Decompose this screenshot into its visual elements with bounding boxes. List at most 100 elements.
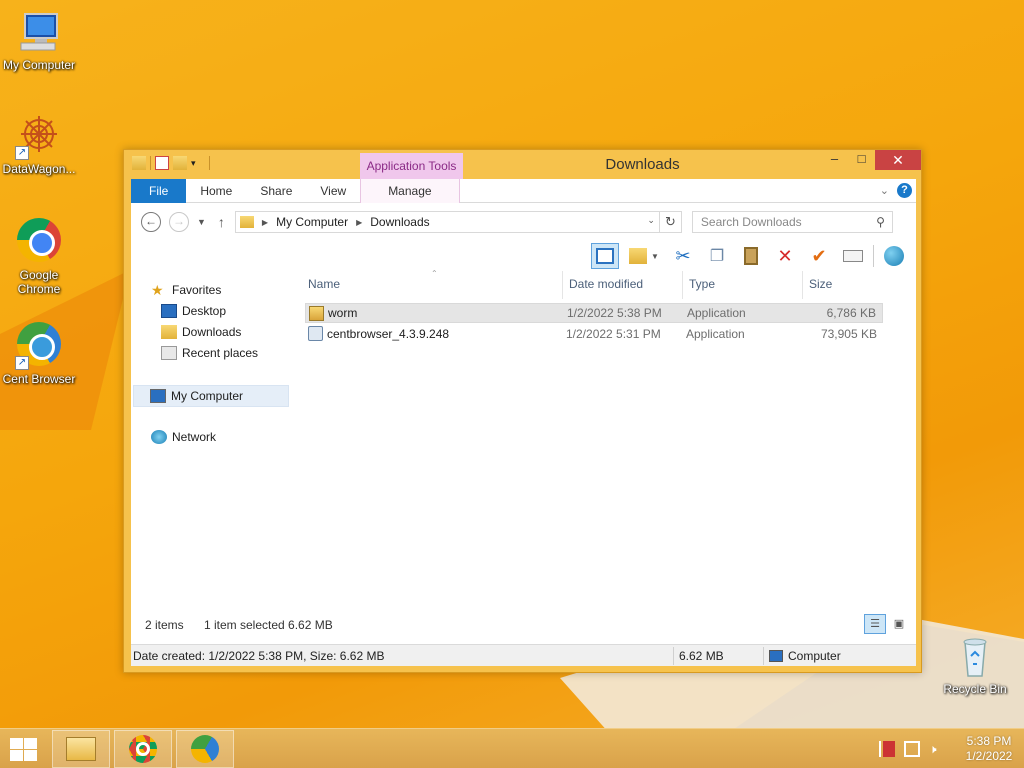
column-header-size[interactable]: Size	[809, 277, 832, 291]
layout-icon	[596, 248, 614, 264]
rename-button[interactable]: ✔	[805, 243, 833, 269]
action-center-flag-icon[interactable]	[879, 741, 895, 757]
column-divider[interactable]	[682, 271, 683, 299]
desktop-icon-label: Google Chrome	[17, 268, 61, 296]
large-icons-view-icon: ▣	[893, 618, 905, 630]
minimize-button[interactable]: –	[821, 150, 848, 170]
selection-info: 1 item selected 6.62 MB	[204, 618, 333, 632]
recycle-bin-icon	[951, 632, 999, 680]
copy-button[interactable]: ❐	[703, 243, 731, 269]
file-explorer-icon	[66, 737, 96, 761]
volume-muted-icon[interactable]: 🕨	[929, 741, 945, 757]
back-button[interactable]: ←	[141, 212, 161, 232]
tab-view[interactable]: View	[306, 179, 360, 203]
preview-pane-button[interactable]	[591, 243, 619, 269]
details-view-button[interactable]: ☰	[864, 614, 886, 634]
windows-logo-icon	[10, 750, 23, 761]
column-divider[interactable]	[802, 271, 803, 299]
column-header-date[interactable]: Date modified	[569, 277, 643, 291]
nav-item-network[interactable]: Network	[151, 430, 216, 444]
separator	[763, 647, 764, 665]
folder-options-button[interactable]: ▼	[625, 243, 663, 269]
breadcrumb-my-computer[interactable]: My Computer	[276, 215, 348, 229]
tab-share[interactable]: Share	[246, 179, 306, 203]
address-bar: ← → ▼ ↑ ▶ My Computer ▶ Downloads ⌄ ↻ Se…	[131, 203, 916, 241]
column-divider[interactable]	[562, 271, 563, 299]
paste-button[interactable]	[737, 243, 765, 269]
taskbar-file-explorer[interactable]	[52, 730, 110, 768]
file-name: worm	[328, 306, 358, 320]
item-count-bar: 2 items 1 item selected 6.62 MB ☰ ▣	[131, 614, 916, 636]
details-view-icon: ☰	[870, 618, 880, 630]
maximize-button[interactable]: □	[848, 150, 875, 170]
cut-button[interactable]: ✂	[669, 243, 697, 269]
file-row-centbrowser[interactable]: centbrowser_4.3.9.248 1/2/2022 5:31 PM A…	[305, 324, 883, 344]
nav-item-my-computer[interactable]: My Computer	[133, 385, 289, 407]
explorer-window: ▾ Application Tools Downloads – □ ✕ File…	[123, 149, 922, 673]
search-input[interactable]: Search Downloads ⚲	[691, 211, 893, 233]
checkmark-icon: ✔	[811, 245, 827, 266]
shortcut-arrow-icon: ↗	[15, 356, 29, 370]
desktop-icon	[161, 304, 177, 318]
refresh-button[interactable]: ↻	[659, 211, 682, 233]
file-size: 6,786 KB	[826, 306, 876, 320]
status-size: 6.62 MB	[679, 649, 724, 663]
status-details: Date created: 1/2/2022 5:38 PM, Size: 6.…	[133, 649, 385, 663]
breadcrumb-separator-icon[interactable]: ▶	[262, 218, 268, 227]
properties-button[interactable]	[839, 243, 867, 269]
application-icon	[309, 306, 324, 321]
desktop-icon-recycle-bin[interactable]: Recycle Bin	[936, 632, 1014, 696]
desktop-icon-my-computer[interactable]: My Computer	[0, 8, 78, 72]
breadcrumb-downloads[interactable]: Downloads	[370, 215, 429, 229]
expand-ribbon-icon[interactable]: ⌄	[880, 184, 889, 197]
search-placeholder: Search Downloads	[700, 215, 802, 229]
column-header-name[interactable]: Name	[308, 277, 340, 291]
nav-label: Recent places	[182, 346, 259, 360]
desktop-icon-datawagon[interactable]: ↗ DataWagon...	[0, 112, 78, 176]
column-header-type[interactable]: Type	[689, 277, 715, 291]
start-button[interactable]	[8, 737, 38, 761]
network-button[interactable]	[880, 243, 908, 269]
cent-browser-icon: ↗	[15, 322, 63, 370]
globe-icon	[884, 246, 904, 266]
help-icon[interactable]: ?	[897, 183, 912, 198]
item-count: 2 items	[145, 618, 184, 632]
desktop-icon-cent-browser[interactable]: ↗ Cent Browser	[0, 320, 78, 386]
address-field[interactable]: ▶ My Computer ▶ Downloads ⌄	[234, 211, 660, 233]
file-row-worm[interactable]: worm 1/2/2022 5:38 PM Application 6,786 …	[305, 303, 883, 323]
nav-item-downloads[interactable]: Downloads	[161, 325, 241, 339]
breadcrumb-separator-icon[interactable]: ▶	[356, 218, 362, 227]
up-button[interactable]: ↑	[218, 214, 225, 230]
content-area: ★ Favorites Desktop Downloads Recent pla…	[131, 269, 916, 644]
taskbar-cent-browser[interactable]	[176, 730, 234, 768]
computer-icon	[769, 650, 783, 662]
file-date: 1/2/2022 5:38 PM	[567, 306, 662, 320]
close-button[interactable]: ✕	[875, 150, 921, 170]
system-tray: 🕨 5:38 PM 1/2/2022	[879, 729, 1024, 768]
scissors-icon: ✂	[675, 245, 691, 266]
title-bar[interactable]: ▾ Application Tools Downloads – □ ✕	[124, 150, 921, 179]
cent-browser-icon	[191, 735, 219, 763]
taskbar-google-chrome[interactable]	[114, 730, 172, 768]
windows-logo-icon	[10, 738, 23, 749]
chevron-down-icon[interactable]: ⌄	[647, 215, 655, 226]
clock[interactable]: 5:38 PM 1/2/2022	[954, 734, 1024, 764]
forward-button[interactable]: →	[169, 212, 189, 232]
chevron-down-icon: ▼	[651, 251, 659, 261]
delete-button[interactable]: ✕	[771, 243, 799, 269]
tab-file[interactable]: File	[131, 178, 187, 203]
nav-item-recent-places[interactable]: Recent places	[161, 346, 258, 360]
nav-item-desktop[interactable]: Desktop	[161, 304, 226, 318]
recent-locations-icon[interactable]: ▼	[197, 217, 206, 227]
tab-manage[interactable]: Manage	[360, 178, 460, 203]
network-status-icon[interactable]	[904, 741, 920, 757]
separator	[873, 245, 874, 267]
desktop-icon-label: My Computer	[2, 58, 76, 72]
installer-icon	[308, 326, 323, 341]
folder-icon	[239, 216, 254, 228]
large-icons-view-button[interactable]: ▣	[888, 614, 910, 634]
nav-item-favorites[interactable]: ★ Favorites	[151, 283, 221, 297]
desktop-icon-google-chrome[interactable]: Google Chrome	[0, 216, 78, 296]
copy-icon: ❐	[709, 248, 725, 265]
tab-home[interactable]: Home	[186, 179, 246, 203]
